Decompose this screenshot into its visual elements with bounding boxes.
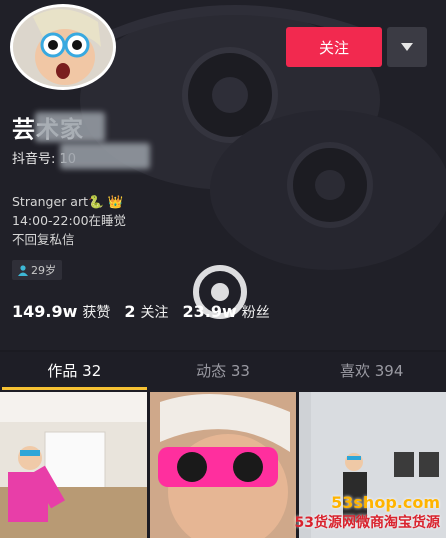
watermark-slogan: 53货源网微商淘宝货源: [294, 515, 440, 531]
bio-line-2: 14:00-22:00在睡觉: [12, 213, 127, 228]
following-stat[interactable]: 2 关注: [124, 302, 168, 322]
more-dropdown-button[interactable]: [387, 27, 427, 67]
watermark-domain: 53shop.com: [331, 493, 440, 512]
avatar[interactable]: [10, 4, 116, 90]
follow-button[interactable]: 关注: [286, 27, 382, 67]
tab-works[interactable]: 作品 32: [0, 352, 149, 392]
video-play-overlay-icon[interactable]: [190, 262, 250, 322]
following-value: 2: [124, 302, 136, 321]
likes-value: 149.9w: [12, 302, 78, 321]
site-watermark: 53shop.com 53货源网微商淘宝货源: [295, 493, 440, 532]
likes-stat[interactable]: 149.9w 获赞: [12, 302, 110, 322]
name-blur-mask: [35, 112, 105, 142]
content-tabs: 作品 32 动态 33 喜欢 394: [0, 352, 446, 392]
bio-line-1: Stranger art🐍 👑: [12, 194, 124, 209]
profile-bio: Stranger art🐍 👑 14:00-22:00在睡觉 不回复私信: [12, 192, 126, 249]
tab-dynamics[interactable]: 动态 33: [149, 352, 298, 392]
id-blur-mask: [60, 143, 150, 169]
following-label: 关注: [140, 305, 169, 321]
video-thumbnail[interactable]: [149, 392, 297, 538]
age-tag: 29岁: [12, 260, 62, 280]
likes-label: 获赞: [82, 305, 111, 321]
bio-line-3: 不回复私信: [12, 232, 75, 247]
video-thumbnail[interactable]: [0, 392, 147, 538]
triangle-down-icon: [401, 43, 413, 51]
person-icon: [18, 264, 28, 276]
age-tag-label: 29岁: [31, 264, 56, 277]
tab-likes[interactable]: 喜欢 394: [297, 352, 446, 392]
